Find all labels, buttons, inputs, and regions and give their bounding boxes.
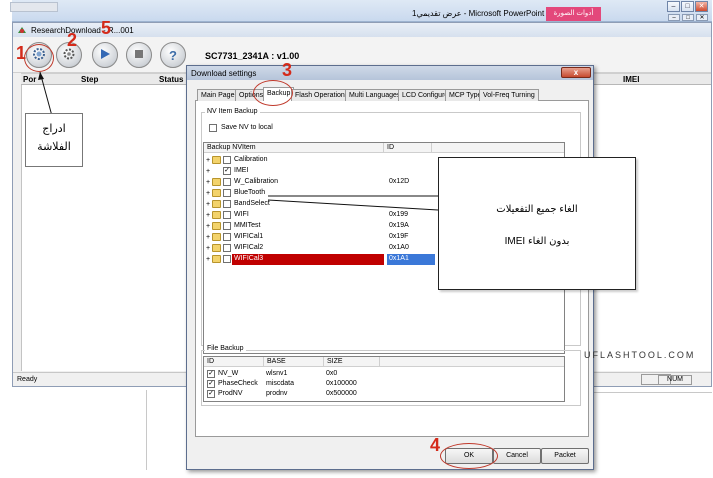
callout-line1: الغاء جميع التفعيلات [496, 204, 578, 215]
step1-note-line1: ادراج [42, 123, 66, 135]
watermark: UFLASHTOOL.COM [584, 350, 696, 360]
step1-note-box: ادراج الفلاشة [25, 113, 83, 167]
instruction-callout: الغاء جميع التفعيلات بدون الغاء IMEI [438, 157, 636, 290]
callout-line2: بدون الغاء IMEI [504, 236, 570, 247]
step1-note-line2: الفلاشة [37, 141, 71, 153]
